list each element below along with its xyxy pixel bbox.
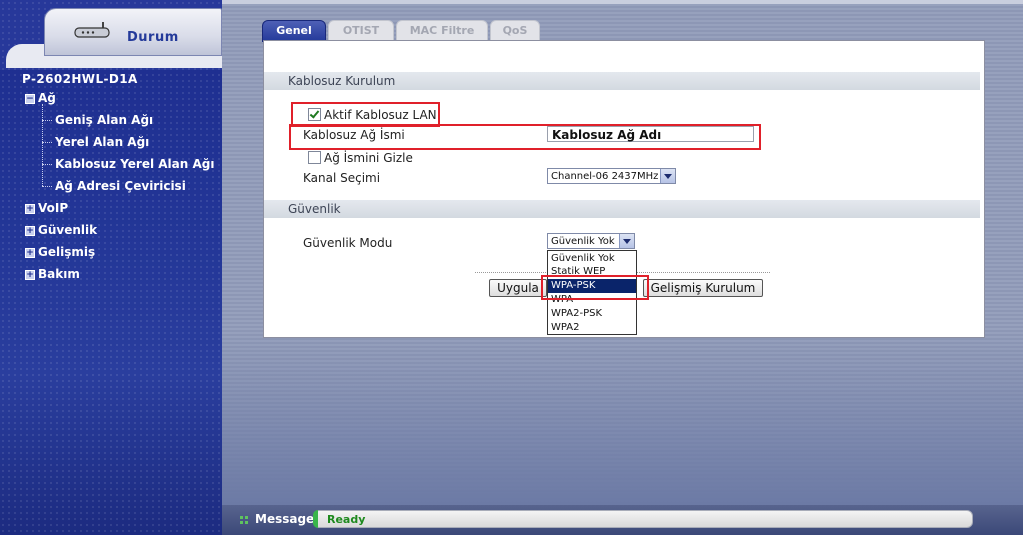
wireless-section-header: Kablosuz Kurulum bbox=[264, 72, 980, 90]
security-section-title: Güvenlik bbox=[288, 202, 341, 216]
nav-lan[interactable]: Yerel Alan Ağı bbox=[55, 135, 149, 149]
ssid-label: Kablosuz Ağ İsmi bbox=[303, 128, 405, 142]
device-name: P-2602HWL-D1A bbox=[22, 72, 138, 86]
wireless-section-title: Kablosuz Kurulum bbox=[288, 74, 396, 88]
active-wlan-row[interactable]: Aktif Kablosuz LAN bbox=[308, 108, 437, 122]
chevron-down-icon[interactable] bbox=[619, 234, 634, 248]
background-fade bbox=[222, 330, 1023, 505]
active-wlan-checkbox[interactable] bbox=[308, 108, 321, 121]
channel-select-value: Channel-06 2437MHz bbox=[551, 171, 659, 182]
nav-voip-label: VoIP bbox=[38, 201, 69, 215]
nav-network-label: Ağ bbox=[38, 91, 56, 105]
nav-wan[interactable]: Geniş Alan Ağı bbox=[55, 113, 153, 127]
security-option[interactable]: WPA2 bbox=[548, 321, 636, 335]
expand-icon[interactable]: + bbox=[25, 226, 35, 236]
tab-general[interactable]: Genel bbox=[262, 20, 326, 42]
router-icon bbox=[74, 22, 110, 38]
ssid-input[interactable]: Kablosuz Ağ Adı bbox=[547, 126, 754, 142]
expand-icon[interactable]: + bbox=[25, 270, 35, 280]
nav-advanced-label: Gelişmiş bbox=[38, 245, 96, 259]
nav-wlan[interactable]: Kablosuz Yerel Alan Ağı bbox=[55, 157, 214, 171]
tree-line bbox=[42, 142, 52, 143]
security-mode-label: Güvenlik Modu bbox=[303, 236, 393, 250]
security-mode-select[interactable]: Güvenlik Yok bbox=[547, 233, 635, 249]
channel-select[interactable]: Channel-06 2437MHz bbox=[547, 168, 676, 184]
tree-line bbox=[42, 164, 52, 165]
security-section-header: Güvenlik bbox=[264, 200, 980, 218]
security-mode-value: Güvenlik Yok bbox=[551, 236, 615, 247]
chevron-down-icon[interactable] bbox=[660, 169, 675, 183]
nav-maintenance[interactable]: + Bakım bbox=[25, 267, 80, 281]
nav-nat[interactable]: Ağ Adresi Çeviricisi bbox=[55, 179, 186, 193]
tab-qos[interactable]: QoS bbox=[490, 20, 540, 42]
expand-icon[interactable]: + bbox=[25, 204, 35, 214]
tab-otist[interactable]: OTIST bbox=[328, 20, 394, 42]
highlight-box bbox=[541, 275, 649, 300]
status-tab-label: Durum bbox=[127, 30, 179, 45]
tab-mac-filter[interactable]: MAC Filtre bbox=[396, 20, 488, 42]
tree-line bbox=[42, 186, 52, 187]
advanced-setup-button[interactable]: Gelişmiş Kurulum bbox=[643, 279, 763, 297]
apply-button[interactable]: Uygula bbox=[489, 279, 547, 297]
status-tab[interactable]: Durum bbox=[44, 8, 222, 56]
active-wlan-label: Aktif Kablosuz LAN bbox=[324, 108, 437, 122]
security-option[interactable]: Güvenlik Yok bbox=[548, 252, 636, 266]
status-message-label: Message bbox=[255, 512, 315, 526]
hide-ssid-label: Ağ İsmini Gizle bbox=[324, 151, 413, 165]
nav-voip[interactable]: + VoIP bbox=[25, 201, 68, 215]
hide-ssid-row[interactable]: Ağ İsmini Gizle bbox=[308, 151, 413, 165]
security-option[interactable]: WPA2-PSK bbox=[548, 307, 636, 321]
tree-line bbox=[42, 104, 43, 186]
tree-line bbox=[42, 120, 52, 121]
status-message-field bbox=[313, 510, 973, 528]
nav-security-label: Güvenlik bbox=[38, 223, 98, 237]
nav-maintenance-label: Bakım bbox=[38, 267, 80, 281]
channel-label: Kanal Seçimi bbox=[303, 171, 381, 185]
expand-icon[interactable]: + bbox=[25, 248, 35, 258]
nav-network[interactable]: − Ağ bbox=[25, 91, 56, 105]
hide-ssid-checkbox[interactable] bbox=[308, 151, 321, 164]
grip-icon bbox=[240, 516, 248, 524]
nav-advanced[interactable]: + Gelişmiş bbox=[25, 245, 95, 259]
status-indicator bbox=[313, 510, 318, 528]
nav-security[interactable]: + Güvenlik bbox=[25, 223, 97, 237]
collapse-icon[interactable]: − bbox=[25, 94, 35, 104]
status-message-value: Ready bbox=[327, 513, 366, 526]
top-strip bbox=[222, 0, 1023, 4]
